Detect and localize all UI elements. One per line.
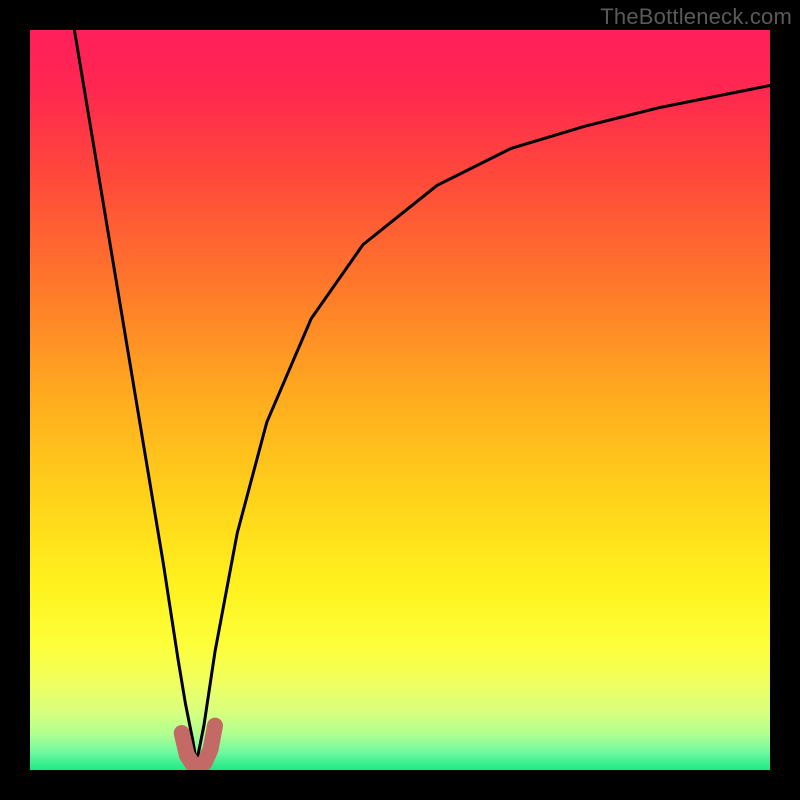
watermark-label: TheBottleneck.com bbox=[600, 4, 792, 30]
chart-canvas: TheBottleneck.com bbox=[0, 0, 800, 800]
curve-left-branch bbox=[74, 30, 196, 763]
curve-right-branch bbox=[197, 86, 771, 763]
plot-area bbox=[30, 30, 770, 770]
bottleneck-curve bbox=[30, 30, 770, 770]
